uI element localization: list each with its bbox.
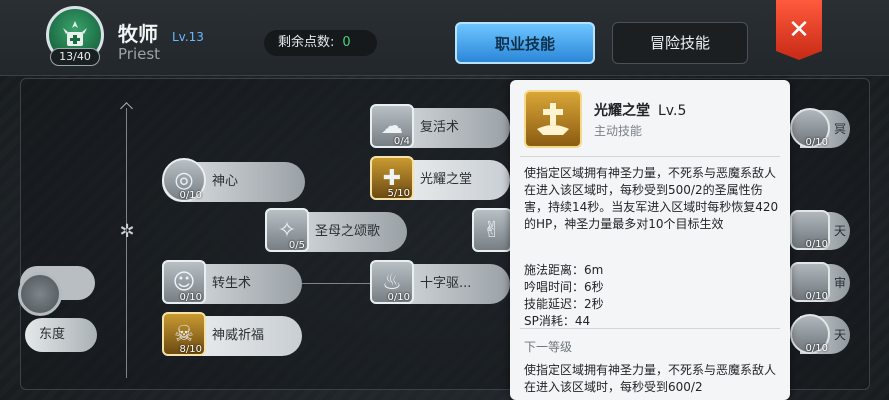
- tooltip-next-description: 使指定区域拥有神圣力量，不死系与恶魔系敌人在进入该区域时，每秒受到600/2: [524, 363, 777, 394]
- tooltip-description: 使指定区域拥有神圣力量，不死系与恶魔系敌人在进入该区域时，每秒受到500/2的圣…: [524, 166, 779, 231]
- judgment-icon[interactable]: 0/10: [790, 262, 830, 302]
- class-level: Lv.13: [172, 30, 204, 44]
- bell-icon[interactable]: 0/10: [790, 210, 830, 250]
- flame-icon[interactable]: ♨ 0/10: [370, 260, 414, 304]
- tooltip-skill-level: Lv.5: [658, 103, 687, 119]
- skill-label: 复活术: [420, 120, 460, 135]
- fire-skull-icon[interactable]: ☠ 8/10: [162, 312, 206, 356]
- tooltip-next-level-label: 下一等级: [524, 340, 573, 354]
- tooltip-name-text: 光耀之堂: [594, 103, 650, 119]
- class-name-en: Priest: [118, 45, 161, 63]
- points-value: 0: [342, 35, 351, 50]
- tooltip-skill-type: 主动技能: [594, 124, 643, 138]
- skill-label: 冥: [834, 122, 847, 136]
- skill-node-partial[interactable]: 东度: [25, 318, 97, 352]
- skill-label: 神心: [212, 174, 239, 189]
- tab-adventure-skills[interactable]: 冒险技能: [612, 22, 748, 64]
- skill-label: 神威祈福: [212, 328, 265, 343]
- spirit-icon[interactable]: 0/10: [790, 108, 830, 148]
- trunk-ornament-icon: ✲: [119, 221, 135, 242]
- stat-cast-range: 施法距离：6m: [524, 263, 604, 277]
- divider: [520, 328, 780, 329]
- spirits-icon[interactable]: ☺ 0/10: [162, 260, 206, 304]
- skill-label: 转生术: [212, 276, 252, 291]
- divider: [520, 156, 780, 157]
- sword-icon[interactable]: 0/10: [790, 314, 830, 354]
- job-level-badge: 13/40: [50, 48, 100, 66]
- angel-icon[interactable]: ✧ 0/5: [265, 208, 309, 252]
- skill-level: 8/10: [179, 344, 202, 355]
- holy-cross-icon: [524, 90, 582, 148]
- skill-label: 天: [834, 224, 847, 238]
- stat-delay: 技能延迟：2秒: [524, 297, 604, 311]
- sanctuary-icon: [537, 103, 569, 135]
- skill-level: 0/10: [805, 137, 828, 148]
- skill-label: 光耀之堂: [420, 172, 473, 187]
- skill-level: 0/10: [179, 292, 202, 303]
- stat-cast-time: 吟唱时间：6秒: [524, 280, 604, 294]
- priest-crest-icon: [63, 21, 87, 46]
- class-name: 牧师: [118, 22, 158, 46]
- skill-level: 0/10: [179, 190, 202, 201]
- tooltip-skill-name: 光耀之堂 Lv.5: [594, 100, 686, 120]
- skill-level: 0/10: [387, 292, 410, 303]
- points-label: 剩余点数:: [278, 35, 335, 50]
- skill-label: 东度: [39, 327, 66, 342]
- close-button[interactable]: ✕: [776, 0, 822, 60]
- tree-trunk-line: [126, 108, 127, 378]
- joystick-handle[interactable]: [18, 272, 62, 316]
- skill-label: 审: [834, 276, 847, 290]
- tab-job-skills[interactable]: 职业技能: [455, 22, 595, 64]
- connector-line: [300, 283, 370, 284]
- aura-icon[interactable]: ◎ 0/10: [162, 158, 206, 202]
- victory-hand-icon[interactable]: ✌: [472, 208, 512, 252]
- halo-icon[interactable]: ☁ 0/4: [370, 104, 414, 148]
- skill-level: 0/5: [288, 240, 305, 251]
- skill-level: 0/10: [805, 291, 828, 302]
- skill-level: 0/4: [393, 136, 410, 147]
- tooltip-stats: 施法距离：6m 吟唱时间：6秒 技能延迟：2秒 SP消耗：44: [524, 262, 604, 330]
- holy-cross-icon[interactable]: ✚ 5/10: [370, 156, 414, 200]
- skill-level: 5/10: [387, 188, 410, 199]
- remaining-points: 剩余点数: 0: [264, 30, 377, 56]
- skill-level: 0/10: [805, 239, 828, 250]
- skill-label: 天: [834, 328, 847, 342]
- skill-label: 十字驱...: [420, 276, 472, 291]
- skill-label: 圣母之颂歌: [315, 224, 381, 239]
- close-icon: ✕: [788, 15, 810, 45]
- skill-tooltip: 光耀之堂 Lv.5 主动技能 使指定区域拥有神圣力量，不死系与恶魔系敌人在进入该区…: [510, 80, 790, 400]
- skill-level: 0/10: [805, 343, 828, 354]
